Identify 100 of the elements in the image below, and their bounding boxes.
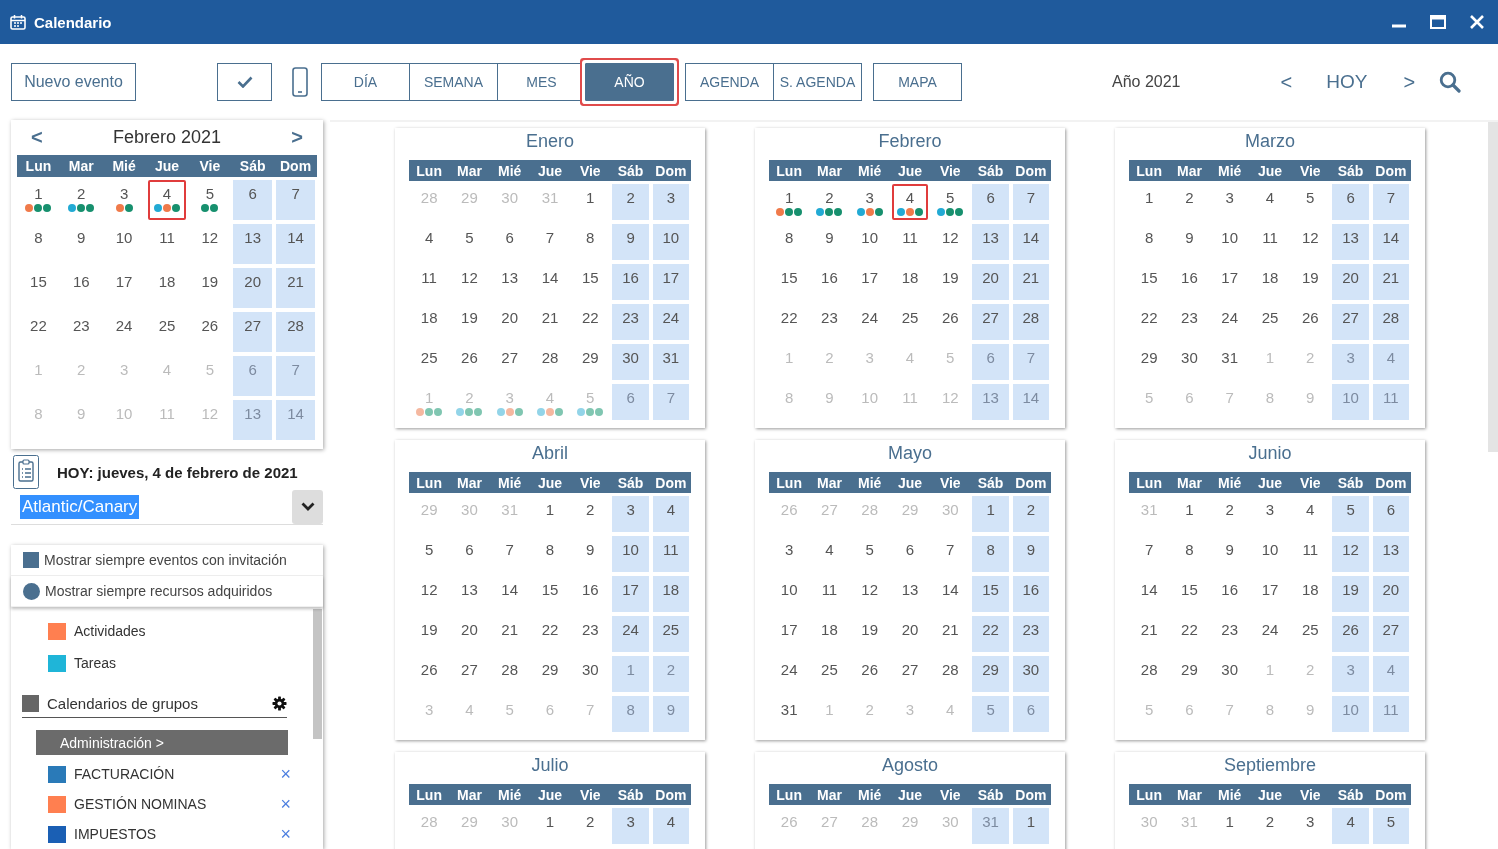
- day-cell[interactable]: 3: [771, 536, 808, 572]
- calendar-label[interactable]: FACTURACIÓN: [74, 766, 281, 782]
- day-cell[interactable]: 15: [19, 268, 58, 308]
- day-cell[interactable]: 10: [1211, 224, 1248, 260]
- day-cell[interactable]: 5: [1332, 496, 1369, 532]
- day-cell[interactable]: 7: [276, 180, 315, 220]
- calendar-label[interactable]: GESTIÓN NOMINAS: [74, 796, 281, 812]
- day-cell[interactable]: 19: [1332, 576, 1369, 612]
- day-cell[interactable]: 12: [851, 576, 888, 612]
- day-cell[interactable]: 30: [572, 656, 609, 692]
- day-cell[interactable]: 1: [1131, 184, 1168, 220]
- day-cell[interactable]: 25: [891, 304, 929, 340]
- calendar-label[interactable]: IMPUESTOS: [74, 826, 281, 842]
- day-cell[interactable]: 24: [771, 656, 808, 692]
- next-month-button[interactable]: >: [291, 126, 303, 149]
- day-cell[interactable]: 16: [1171, 264, 1208, 300]
- close-icon[interactable]: [1470, 15, 1484, 29]
- day-cell[interactable]: 20: [491, 304, 528, 340]
- remove-button[interactable]: ×: [280, 793, 291, 815]
- day-cell[interactable]: 24: [1211, 304, 1248, 340]
- day-cell[interactable]: 3: [652, 184, 689, 220]
- day-cell[interactable]: 30: [1211, 656, 1248, 692]
- day-cell[interactable]: 18: [147, 268, 187, 308]
- day-cell[interactable]: 10: [652, 224, 689, 260]
- day-cell[interactable]: 10: [104, 224, 144, 264]
- day-cell[interactable]: 26: [932, 304, 969, 340]
- day-cell[interactable]: 17: [771, 616, 808, 652]
- day-cell[interactable]: 25: [1292, 616, 1329, 652]
- day-cell[interactable]: 26: [451, 344, 488, 380]
- day-cell[interactable]: 13: [972, 224, 1009, 260]
- view-tab[interactable]: MAPA: [873, 63, 962, 101]
- day-cell[interactable]: 18: [811, 616, 848, 652]
- day-cell[interactable]: 5: [451, 224, 488, 260]
- day-cell[interactable]: 11: [891, 224, 929, 260]
- confirm-button[interactable]: [217, 63, 272, 101]
- day-cell[interactable]: 31: [652, 344, 689, 380]
- remove-button[interactable]: ×: [280, 763, 291, 785]
- day-cell[interactable]: 14: [491, 576, 528, 612]
- settings-icon[interactable]: [272, 695, 287, 711]
- day-cell[interactable]: 1: [531, 496, 569, 532]
- day-cell[interactable]: 1: [531, 808, 569, 844]
- day-cell[interactable]: 19: [932, 264, 969, 300]
- day-cell[interactable]: 27: [1332, 304, 1369, 340]
- day-cell[interactable]: 24: [1251, 616, 1289, 652]
- day-cell[interactable]: 3: [1211, 184, 1248, 220]
- day-cell[interactable]: 23: [1211, 616, 1248, 652]
- day-cell[interactable]: 19: [411, 616, 448, 652]
- color-swatch[interactable]: [48, 795, 66, 813]
- day-cell[interactable]: 4: [652, 808, 689, 844]
- day-cell[interactable]: 18: [652, 576, 689, 612]
- circle-icon[interactable]: [23, 582, 40, 600]
- day-cell[interactable]: 13: [451, 576, 488, 612]
- day-cell[interactable]: 16: [1012, 576, 1049, 612]
- day-cell[interactable]: 30: [1171, 344, 1208, 380]
- calendar-label[interactable]: Tareas: [74, 655, 117, 671]
- phone-icon[interactable]: [292, 67, 308, 97]
- day-cell[interactable]: 2: [572, 808, 609, 844]
- day-cell[interactable]: 1: [771, 184, 808, 220]
- day-cell[interactable]: 17: [104, 268, 144, 308]
- day-cell[interactable]: 20: [1332, 264, 1369, 300]
- previous-button[interactable]: <: [1280, 70, 1293, 94]
- day-cell[interactable]: 25: [147, 312, 187, 352]
- day-cell[interactable]: 11: [1251, 224, 1289, 260]
- day-cell[interactable]: 9: [1171, 224, 1208, 260]
- day-cell[interactable]: 14: [276, 224, 315, 264]
- day-cell[interactable]: 29: [1171, 656, 1208, 692]
- day-cell[interactable]: 23: [1012, 616, 1049, 652]
- day-cell[interactable]: 29: [572, 344, 609, 380]
- day-cell[interactable]: 9: [612, 224, 649, 260]
- day-cell[interactable]: 4: [652, 496, 689, 532]
- day-cell[interactable]: 15: [1131, 264, 1168, 300]
- day-cell[interactable]: 6: [891, 536, 929, 572]
- day-cell[interactable]: 26: [851, 656, 888, 692]
- day-cell[interactable]: 9: [1211, 536, 1248, 572]
- timezone-field[interactable]: Atlantic/Canary: [20, 494, 140, 519]
- day-cell[interactable]: 13: [1332, 224, 1369, 260]
- day-cell[interactable]: 4: [147, 180, 187, 220]
- day-cell[interactable]: 20: [451, 616, 488, 652]
- day-cell[interactable]: 7: [1372, 184, 1409, 220]
- day-cell[interactable]: 8: [19, 224, 58, 264]
- day-cell[interactable]: 5: [190, 180, 230, 220]
- day-cell[interactable]: 29: [531, 656, 569, 692]
- day-cell[interactable]: 22: [531, 616, 569, 652]
- day-cell[interactable]: 26: [1292, 304, 1329, 340]
- day-cell[interactable]: 3: [1251, 496, 1289, 532]
- day-cell[interactable]: 17: [1251, 576, 1289, 612]
- day-cell[interactable]: 14: [1131, 576, 1168, 612]
- day-cell[interactable]: 31: [771, 696, 808, 732]
- day-cell[interactable]: 21: [276, 268, 315, 308]
- day-cell[interactable]: 23: [61, 312, 101, 352]
- scrollbar-thumb[interactable]: [313, 609, 322, 739]
- view-tab[interactable]: DÍA: [321, 63, 410, 101]
- day-cell[interactable]: 16: [811, 264, 848, 300]
- day-cell[interactable]: 16: [572, 576, 609, 612]
- day-cell[interactable]: 24: [851, 304, 888, 340]
- day-cell[interactable]: 27: [233, 312, 273, 352]
- day-cell[interactable]: 8: [531, 536, 569, 572]
- day-cell[interactable]: 4: [811, 536, 848, 572]
- day-cell[interactable]: 24: [104, 312, 144, 352]
- day-cell[interactable]: 7: [531, 224, 569, 260]
